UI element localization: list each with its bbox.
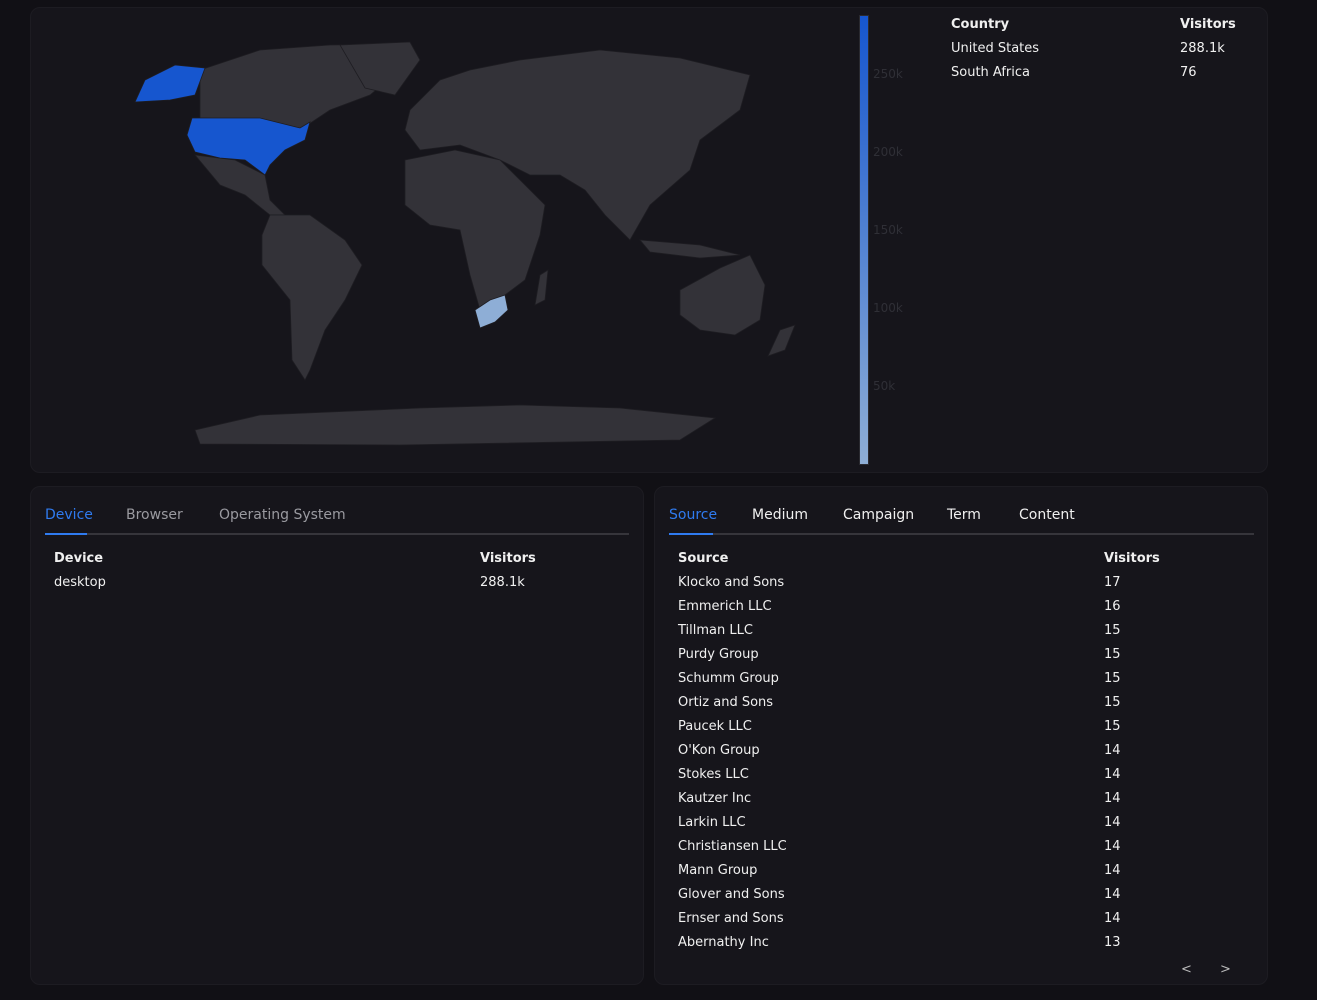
tab-device[interactable]: Device [45, 507, 93, 523]
country-africa [404, 149, 546, 311]
country-new-zealand [767, 324, 796, 357]
country-australia [679, 254, 766, 336]
source-visitors: 15 [1104, 623, 1121, 638]
tab-campaign[interactable]: Campaign [843, 507, 914, 523]
source-visitors: 14 [1104, 767, 1121, 782]
device-tabs: Device Browser Operating System [45, 486, 629, 535]
source-name[interactable]: Glover and Sons [678, 887, 785, 902]
tab-medium[interactable]: Medium [752, 507, 808, 523]
source-visitors: 15 [1104, 695, 1121, 710]
active-tab-underline [45, 533, 87, 535]
source-visitors: 14 [1104, 887, 1121, 902]
source-visitors: 14 [1104, 791, 1121, 806]
source-name[interactable]: Kautzer Inc [678, 791, 751, 806]
world-map[interactable] [0, 0, 860, 470]
tab-operating-system[interactable]: Operating System [219, 507, 346, 523]
source-name[interactable]: Stokes LLC [678, 767, 749, 782]
active-tab-underline [669, 533, 713, 535]
source-name[interactable]: Paucek LLC [678, 719, 752, 734]
country-visitors: 288.1k [1180, 41, 1225, 56]
column-header-device: Device [54, 551, 104, 566]
country-name[interactable]: South Africa [951, 65, 1030, 80]
country-south-america [261, 214, 363, 381]
prev-page-button[interactable]: < [1181, 962, 1192, 977]
source-name[interactable]: Christiansen LLC [678, 839, 787, 854]
country-visitors: 76 [1180, 65, 1197, 80]
source-visitors: 15 [1104, 647, 1121, 662]
column-header-country: Country [951, 17, 1010, 32]
device-panel [30, 486, 644, 985]
device-name[interactable]: desktop [54, 575, 106, 590]
country-indonesia [639, 239, 741, 259]
source-name[interactable]: Larkin LLC [678, 815, 746, 830]
column-header-source: Source [678, 551, 729, 566]
tab-browser[interactable]: Browser [126, 507, 183, 523]
source-name[interactable]: Abernathy Inc [678, 935, 769, 950]
scale-tick: 50k [873, 379, 896, 393]
source-visitors: 15 [1104, 671, 1121, 686]
color-scale-bar [859, 15, 869, 465]
country-madagascar [534, 269, 549, 306]
country-name[interactable]: United States [951, 41, 1039, 56]
scale-tick: 100k [873, 301, 903, 315]
column-header-visitors: Visitors [480, 551, 536, 566]
source-name[interactable]: Tillman LLC [678, 623, 753, 638]
source-visitors: 14 [1104, 815, 1121, 830]
tab-term[interactable]: Term [947, 507, 981, 523]
source-visitors: 14 [1104, 743, 1121, 758]
source-visitors: 15 [1104, 719, 1121, 734]
country-antarctica [194, 404, 717, 446]
column-header-visitors: Visitors [1180, 17, 1236, 32]
source-visitors: 13 [1104, 935, 1121, 950]
country-alaska [134, 64, 206, 103]
source-tabs: Source Medium Campaign Term Content [669, 486, 1254, 535]
column-header-visitors: Visitors [1104, 551, 1160, 566]
source-name[interactable]: Emmerich LLC [678, 599, 772, 614]
source-visitors: 14 [1104, 839, 1121, 854]
scale-tick: 200k [873, 145, 903, 159]
source-name[interactable]: Ernser and Sons [678, 911, 784, 926]
source-name[interactable]: Ortiz and Sons [678, 695, 773, 710]
scale-tick: 250k [873, 67, 903, 81]
source-visitors: 17 [1104, 575, 1121, 590]
source-visitors: 14 [1104, 863, 1121, 878]
source-name[interactable]: Schumm Group [678, 671, 779, 686]
tab-content[interactable]: Content [1019, 507, 1075, 523]
source-name[interactable]: Mann Group [678, 863, 757, 878]
source-name[interactable]: O'Kon Group [678, 743, 760, 758]
source-visitors: 16 [1104, 599, 1121, 614]
tab-source[interactable]: Source [669, 507, 717, 523]
source-visitors: 14 [1104, 911, 1121, 926]
source-name[interactable]: Purdy Group [678, 647, 759, 662]
next-page-button[interactable]: > [1220, 962, 1231, 977]
device-visitors: 288.1k [480, 575, 525, 590]
source-name[interactable]: Klocko and Sons [678, 575, 784, 590]
scale-tick: 150k [873, 223, 903, 237]
